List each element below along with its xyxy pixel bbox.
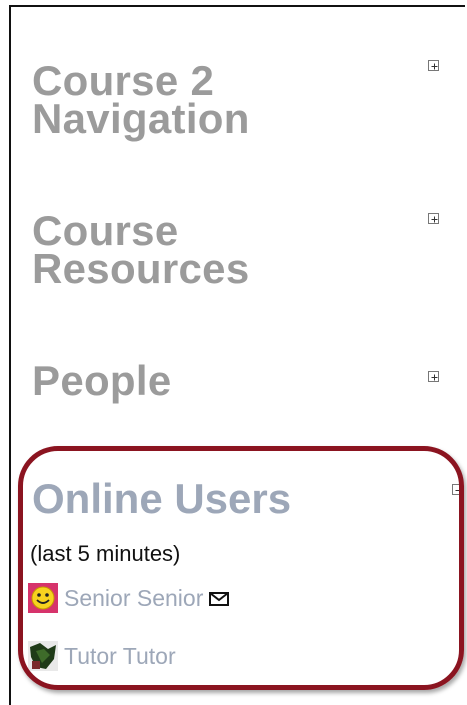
- course-resources-block: Course Resources: [32, 210, 250, 292]
- online-user-row: Tutor Tutor: [28, 641, 176, 671]
- course-navigation-title[interactable]: Course 2 Navigation: [32, 60, 250, 142]
- smiley-avatar-icon[interactable]: [28, 583, 58, 613]
- online-users-title[interactable]: Online Users: [32, 477, 291, 521]
- collapse-minus-icon[interactable]: [452, 484, 463, 495]
- expand-plus-icon[interactable]: [428, 213, 439, 224]
- user-name-link[interactable]: Tutor Tutor: [64, 643, 176, 670]
- photo-avatar-icon[interactable]: [28, 641, 58, 671]
- title-line: Resources: [32, 245, 250, 292]
- course-navigation-block: Course 2 Navigation: [32, 60, 250, 142]
- online-user-row: Senior Senior: [28, 583, 230, 613]
- course-resources-title[interactable]: Course Resources: [32, 210, 250, 292]
- expand-plus-icon[interactable]: [428, 371, 439, 382]
- people-block: People: [32, 360, 172, 402]
- online-users-subtitle: (last 5 minutes): [30, 541, 181, 566]
- envelope-icon[interactable]: [209, 585, 230, 612]
- user-name-link[interactable]: Senior Senior: [64, 585, 203, 612]
- expand-plus-icon[interactable]: [428, 60, 439, 71]
- people-title[interactable]: People: [32, 360, 172, 402]
- title-line: Navigation: [32, 95, 250, 142]
